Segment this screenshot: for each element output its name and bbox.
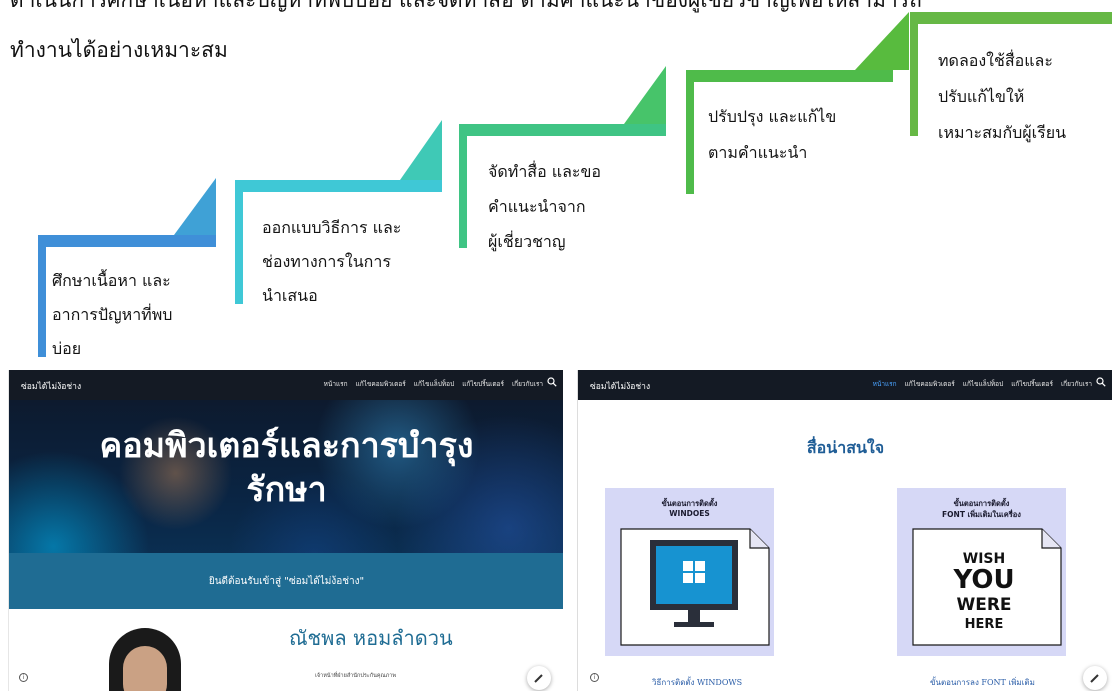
nav-item-printer[interactable]: แก้ไขปริ้นเตอร์ [462,379,504,389]
card-caption-line-2: WINDOES [669,509,710,518]
step-4-band [686,70,893,82]
step-2-line-2: ช่องทางการในการ [262,252,391,271]
search-icon[interactable] [1096,377,1106,387]
edit-button[interactable] [1083,666,1107,690]
font-art-word-3: WERE [956,595,1011,615]
nav-item-about[interactable]: เกี่ยวกับเรา [512,379,543,389]
hero-title-line-1: คอมพิวเตอร์และการบำรุง [99,426,474,466]
step-2-riser [235,180,243,304]
nav-item-about[interactable]: เกี่ยวกับเรา [1061,379,1092,389]
top-navbar: ซ่อมได้ไม่ง้อช่าง หน้าแรก แก้ไขคอมพิวเตอ… [578,370,1112,400]
step-3-line-3: ผู้เชี่ยวชาญ [488,232,566,251]
welcome-text: ยินดีต้อนรับเข้าสู่ "ซ่อมได้ไม่ง้อช่าง" [208,576,365,587]
pencil-icon [534,674,543,683]
step-4-line-1: ปรับปรุง และแก้ไข [708,107,837,126]
font-art-illustration: WISH YOU WERE HERE [912,528,1062,646]
step-1-line-3: บ่อย [52,339,82,358]
step-3-line-2: คำแนะนำจาก [488,197,586,216]
step-4-line-2: ตามคำแนะนำ [708,143,808,162]
top-navbar: ซ่อมได้ไม่ง้อช่าง หน้าแรก แก้ไขคอมพิวเตอ… [9,370,563,400]
step-1-arrow [174,178,216,235]
step-5-line-3: เหมาะสมกับผู้เรียน [938,123,1067,142]
site-brand[interactable]: ซ่อมได้ไม่ง้อช่าง [590,379,650,393]
nav-item-laptop[interactable]: แก้ไขแล็ปท็อป [414,379,454,389]
pencil-icon [1090,674,1099,683]
nav-item-home[interactable]: หน้าแรก [324,379,348,389]
step-3-riser [459,124,467,248]
card-caption-line-2: FONT เพิ่มเติมในเครื่อง [942,510,1021,519]
profile-face [123,646,167,691]
step-5-line-1: ทดลองใช้สื่อและ [938,51,1053,70]
step-4-arrow [855,12,909,70]
step-1-line-2: อาการปัญหาที่พบ [52,305,173,324]
step-5-band [910,12,1112,24]
step-1-band [38,235,216,247]
search-icon[interactable] [547,377,557,387]
step-1-line-1: ศึกษาเนื้อหา และ [52,271,171,290]
media-card-font[interactable]: ขั้นตอนการติดตั้ง FONT เพิ่มเติมในเครื่อ… [897,488,1066,656]
edit-button[interactable] [527,666,551,690]
step-2-arrow [400,120,442,180]
media-card-windows[interactable]: ขั้นตอนการติดตั้ง WINDOES [605,488,774,656]
step-3-band [459,124,666,136]
nav-item-laptop[interactable]: แก้ไขแล็ปท็อป [963,379,1003,389]
profile-role: เจ้าหน้าที่ฝ่ายสำนักประกันคุณภาพ [315,673,396,679]
step-2-line-1: ออกแบบวิธีการ และ [262,218,402,237]
windows-monitor-illustration [620,528,770,646]
step-2-line-3: นำเสนอ [262,286,318,305]
nav-item-computer[interactable]: แก้ไขคอมพิวเตอร์ [356,379,406,389]
website-media-screenshot: ซ่อมได้ไม่ง้อช่าง หน้าแรก แก้ไขคอมพิวเตอ… [577,370,1112,691]
step-2-band [235,180,442,192]
welcome-bar: ยินดีต้อนรับเข้าสู่ "ซ่อมได้ไม่ง้อช่าง" [9,553,563,609]
profile-photo [109,628,181,691]
font-art-word-4: HERE [965,617,1004,632]
nav-item-home[interactable]: หน้าแรก [873,379,897,389]
step-3-line-1: จัดทำสื่อ และขอ [488,162,602,181]
site-brand[interactable]: ซ่อมได้ไม่ง้อช่าง [21,379,81,393]
website-home-screenshot: ซ่อมได้ไม่ง้อช่าง หน้าแรก แก้ไขคอมพิวเตอ… [8,370,563,691]
info-icon[interactable]: i [590,673,599,682]
nav-item-computer[interactable]: แก้ไขคอมพิวเตอร์ [905,379,955,389]
step-5-line-2: ปรับแก้ไขให้ [938,87,1025,106]
step-5-riser [910,12,918,136]
profile-name: ณัชพล หอมลำดวน [289,626,453,650]
section-title: สื่อน่าสนใจ [806,438,885,457]
process-staircase: ศึกษาเนื้อหา และ อาการปัญหาที่พบ บ่อย ออ… [0,0,1112,370]
card-link-font[interactable]: ขั้นตอนการลง FONT เพิ่มเติม [930,676,1035,689]
card-link-windows[interactable]: วิธีการติดตั้ง WINDOWS [652,676,742,689]
hero-title-line-2: รักษา [246,470,327,510]
step-4-riser [686,70,694,194]
nav-menu: หน้าแรก แก้ไขคอมพิวเตอร์ แก้ไขแล็ปท็อป แ… [873,379,1092,389]
nav-item-printer[interactable]: แก้ไขปริ้นเตอร์ [1011,379,1053,389]
nav-menu: หน้าแรก แก้ไขคอมพิวเตอร์ แก้ไขแล็ปท็อป แ… [324,379,543,389]
step-1-riser [38,235,46,357]
info-icon[interactable]: i [19,673,28,682]
font-art-word-2: YOU [952,565,1014,595]
step-3-arrow [624,66,666,124]
